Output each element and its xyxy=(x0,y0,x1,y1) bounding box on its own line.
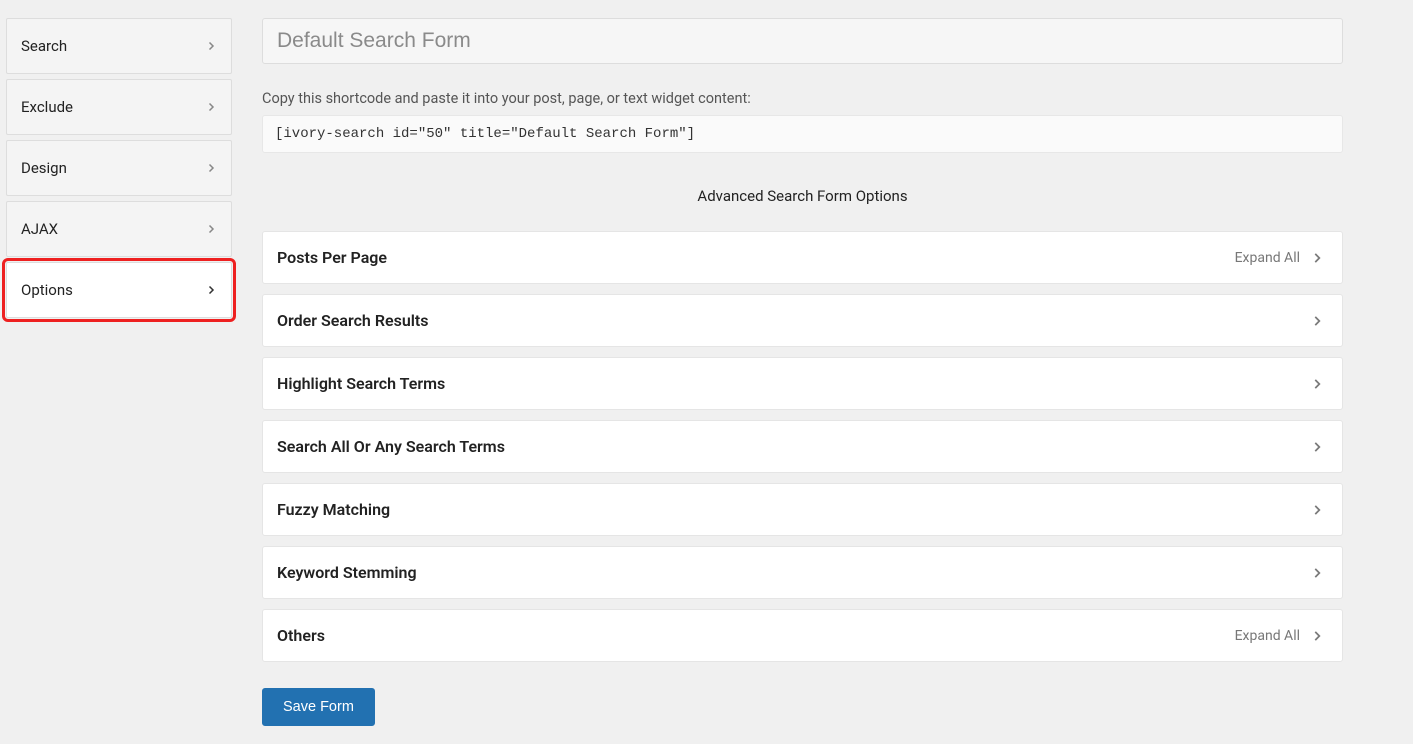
chevron-right-icon xyxy=(1310,251,1324,265)
tab-design[interactable]: Design xyxy=(6,140,232,196)
panel-label: Fuzzy Matching xyxy=(277,500,390,519)
tab-label: Options xyxy=(21,281,73,299)
panel-label: Highlight Search Terms xyxy=(277,374,445,393)
tab-options[interactable]: Options xyxy=(6,262,232,318)
tab-label: Search xyxy=(21,37,67,55)
panel-fuzzy-matching[interactable]: Fuzzy Matching xyxy=(262,483,1343,536)
chevron-right-icon xyxy=(1310,440,1324,454)
panel-label: Order Search Results xyxy=(277,311,429,330)
settings-tabs: Search Exclude Design AJAX Options xyxy=(0,0,232,744)
main-content: Copy this shortcode and paste it into yo… xyxy=(232,0,1413,744)
tab-label: Design xyxy=(21,159,67,177)
chevron-right-icon xyxy=(1310,377,1324,391)
tab-search[interactable]: Search xyxy=(6,18,232,74)
tab-ajax[interactable]: AJAX xyxy=(6,201,232,257)
form-title-input[interactable] xyxy=(262,18,1343,64)
panel-order-search-results[interactable]: Order Search Results xyxy=(262,294,1343,347)
panel-keyword-stemming[interactable]: Keyword Stemming xyxy=(262,546,1343,599)
save-button[interactable]: Save Form xyxy=(262,688,375,726)
chevron-right-icon xyxy=(1310,629,1324,643)
expand-all-link[interactable]: Expand All xyxy=(1235,628,1300,644)
shortcode-box[interactable]: [ivory-search id="50" title="Default Sea… xyxy=(262,115,1343,153)
tab-label: AJAX xyxy=(21,220,58,238)
panel-label: Posts Per Page xyxy=(277,248,387,267)
chevron-right-icon xyxy=(205,40,217,52)
chevron-right-icon xyxy=(1310,566,1324,580)
panel-label: Search All Or Any Search Terms xyxy=(277,437,505,456)
panel-posts-per-page[interactable]: Posts Per Page Expand All xyxy=(262,231,1343,284)
tab-label: Exclude xyxy=(21,98,73,116)
chevron-right-icon xyxy=(205,223,217,235)
tab-exclude[interactable]: Exclude xyxy=(6,79,232,135)
shortcode-hint: Copy this shortcode and paste it into yo… xyxy=(262,90,1343,107)
chevron-right-icon xyxy=(205,101,217,113)
panel-label: Others xyxy=(277,626,325,645)
chevron-right-icon xyxy=(1310,314,1324,328)
panel-search-all-or-any[interactable]: Search All Or Any Search Terms xyxy=(262,420,1343,473)
section-heading: Advanced Search Form Options xyxy=(262,187,1343,205)
panel-label: Keyword Stemming xyxy=(277,563,417,582)
chevron-right-icon xyxy=(205,284,217,296)
chevron-right-icon xyxy=(205,162,217,174)
expand-all-link[interactable]: Expand All xyxy=(1235,250,1300,266)
panel-highlight-search-terms[interactable]: Highlight Search Terms xyxy=(262,357,1343,410)
panel-others[interactable]: Others Expand All xyxy=(262,609,1343,662)
chevron-right-icon xyxy=(1310,503,1324,517)
